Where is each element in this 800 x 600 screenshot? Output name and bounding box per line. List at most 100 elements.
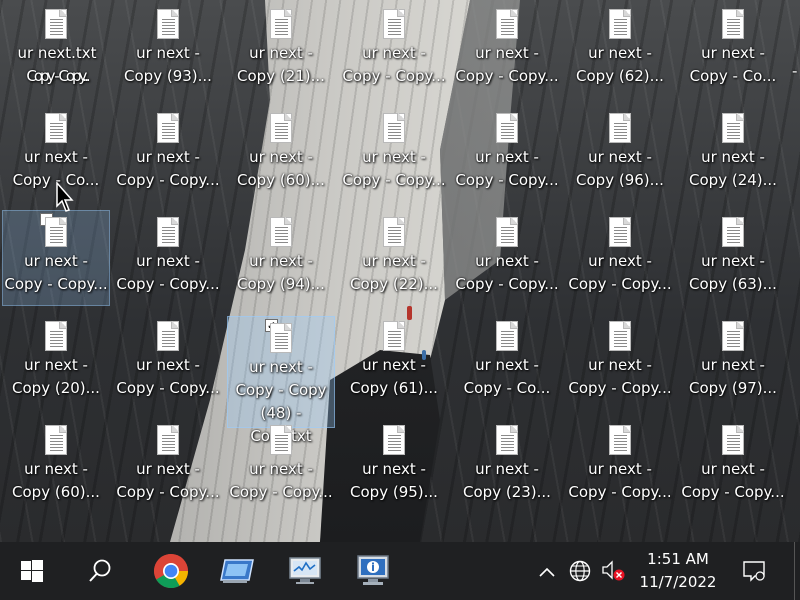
desktop-icon[interactable]: ur next - Copy - Copy... bbox=[340, 2, 448, 98]
desktop-icon[interactable]: ur next - Copy (94)... bbox=[227, 210, 335, 306]
desktop-icon[interactable]: ur next - Copy (60)... bbox=[2, 418, 110, 514]
icon-label-line2: Copy (61)... bbox=[350, 379, 438, 397]
icon-label-line2: Copy (60)... bbox=[237, 171, 325, 189]
desktop-icon[interactable]: ur next - Copy - Copy... bbox=[227, 418, 335, 514]
text-file-icon bbox=[383, 425, 405, 455]
mouse-cursor-icon bbox=[56, 182, 74, 212]
desktop-icon[interactable]: ur next - Copy (95)... bbox=[340, 418, 448, 514]
icon-label-line2: Copy - Copy... bbox=[455, 171, 559, 189]
icon-label-line1: ur next - bbox=[701, 44, 765, 62]
desktop-icon[interactable]: ur next - Copy - Copy... bbox=[114, 418, 222, 514]
icon-label-line2: Copy (24)... bbox=[689, 171, 777, 189]
start-button[interactable] bbox=[0, 542, 64, 600]
clock[interactable]: 1:51 AM 11/7/2022 bbox=[630, 548, 726, 594]
icon-label-line1: ur next - bbox=[362, 44, 426, 62]
taskbar-app-performance-monitor[interactable] bbox=[274, 542, 338, 600]
desktop-icon[interactable]: ur next - Copy - Copy... bbox=[679, 418, 787, 514]
icon-label-line2: Copy (94)... bbox=[237, 275, 325, 293]
desktop[interactable]: ur next.txt Copy - Copy... ur next - Cop… bbox=[0, 0, 800, 542]
icon-label-line1: ur next - bbox=[362, 356, 426, 374]
icon-label-line2: Copy - Copy... bbox=[455, 275, 559, 293]
icon-label-line2: Copy (97)... bbox=[689, 379, 777, 397]
icon-label-line2: Copy - Copy... bbox=[229, 483, 333, 501]
icon-label-partial: - bbox=[792, 62, 798, 80]
icon-label-line2: Copy (23)... bbox=[463, 483, 551, 501]
desktop-icon[interactable]: ur next - Copy - Copy... bbox=[453, 106, 561, 202]
taskbar-app-chrome[interactable] bbox=[139, 542, 203, 600]
icon-label-line1: ur next - bbox=[249, 252, 313, 270]
desktop-icon[interactable]: ur next - Copy - Copy... bbox=[566, 418, 674, 514]
desktop-icon[interactable]: ur next - Copy - Co... bbox=[453, 314, 561, 410]
icon-label-line2: Copy - Copy... bbox=[455, 67, 559, 85]
icon-label-line1: ur next - bbox=[475, 148, 539, 166]
tray-overflow-button[interactable] bbox=[534, 542, 560, 600]
icon-label-line1: ur next - bbox=[362, 460, 426, 478]
icon-label-line1: ur next.txt bbox=[17, 44, 97, 62]
desktop-icon[interactable]: ur next - Copy - Copy... bbox=[340, 106, 448, 202]
icon-label-line1: ur next - bbox=[136, 356, 200, 374]
desktop-icon[interactable]: ur next - Copy - Copy... bbox=[453, 210, 561, 306]
desktop-icon[interactable]: ur next - Copy (93)... bbox=[114, 2, 222, 98]
volume-muted-icon bbox=[602, 560, 625, 581]
desktop-icon-partial[interactable]: - bbox=[792, 60, 800, 90]
taskbar: 1:51 AM 11/7/2022 bbox=[0, 542, 800, 600]
network-button[interactable] bbox=[564, 542, 596, 600]
volume-button[interactable] bbox=[598, 542, 628, 600]
show-desktop-button[interactable] bbox=[794, 542, 800, 600]
taskbar-app-system-information[interactable] bbox=[342, 542, 406, 600]
desktop-icon[interactable]: ur next - Copy - Copy... bbox=[453, 2, 561, 98]
text-file-icon bbox=[45, 113, 67, 143]
desktop-icon[interactable]: ur next - Copy - Copy... bbox=[114, 314, 222, 410]
desktop-icon-selected[interactable]: ✓ ur next - Copy - Copy (48) - Copy.txt bbox=[227, 316, 335, 445]
desktop-icon[interactable]: ur next - Copy - Copy... bbox=[566, 314, 674, 410]
icon-label-line1: ur next - bbox=[136, 148, 200, 166]
desktop-icon[interactable]: ur next - Copy (96)... bbox=[566, 106, 674, 202]
desktop-icon[interactable]: ur next - Copy (62)... bbox=[566, 2, 674, 98]
icon-label-line2: Copy - Copy... bbox=[568, 483, 672, 501]
desktop-icon-hovered[interactable]: ur next - Copy - Copy... bbox=[2, 210, 110, 306]
desktop-icon[interactable]: ur next - Copy (60)... bbox=[227, 106, 335, 202]
icon-label-line1: ur next - bbox=[588, 356, 652, 374]
icon-label-line2: Copy - Copy... bbox=[568, 379, 672, 397]
search-button[interactable] bbox=[68, 542, 132, 600]
icon-label-line1: ur next - bbox=[701, 252, 765, 270]
taskbar-app-remote-desktop[interactable] bbox=[205, 542, 269, 600]
icon-label-line1: ur next - bbox=[475, 460, 539, 478]
icon-label-line1: ur next - bbox=[249, 44, 313, 62]
icon-label-line1: ur next - bbox=[249, 148, 313, 166]
desktop-icon[interactable]: ur next - Copy (23)... bbox=[453, 418, 561, 514]
text-file-icon bbox=[383, 9, 405, 39]
desktop-icon-glitched[interactable]: ur next.txt Copy - Copy... bbox=[2, 2, 110, 98]
clock-date: 11/7/2022 bbox=[639, 573, 717, 591]
text-file-icon bbox=[157, 9, 179, 39]
icon-label-line1: ur next - bbox=[701, 460, 765, 478]
desktop-icon[interactable]: ur next - Copy (24)... bbox=[679, 106, 787, 202]
icon-label-line1: ur next - bbox=[24, 460, 88, 478]
icon-label-line1: ur next - bbox=[588, 252, 652, 270]
icon-label-line2: Copy - Copy... bbox=[4, 275, 108, 293]
desktop-icon[interactable]: ur next - Copy (22)... bbox=[340, 210, 448, 306]
desktop-icon[interactable]: ur next - Copy - Copy... bbox=[114, 210, 222, 306]
icon-label-line1: ur next - bbox=[475, 44, 539, 62]
desktop-icon[interactable]: ur next - Copy - Copy... bbox=[114, 106, 222, 202]
icon-label-line1: ur next - bbox=[24, 252, 88, 270]
desktop-icon[interactable]: ur next - Copy - Co... bbox=[679, 2, 787, 98]
notification-icon bbox=[743, 561, 765, 582]
desktop-icon[interactable]: ur next - Copy - Copy... bbox=[566, 210, 674, 306]
icon-label-line1: ur next - bbox=[136, 44, 200, 62]
text-file-icon bbox=[270, 323, 292, 353]
desktop-icon[interactable]: ur next - Copy (21)... bbox=[227, 2, 335, 98]
action-center-button[interactable] bbox=[736, 542, 772, 600]
icon-label-line2: Copy (60)... bbox=[12, 483, 100, 501]
desktop-icon[interactable]: ur next - Copy (61)... bbox=[340, 314, 448, 410]
desktop-icon[interactable]: ur next - Copy (63)... bbox=[679, 210, 787, 306]
desktop-icon[interactable]: ur next - Copy (20)... bbox=[2, 314, 110, 410]
text-file-icon bbox=[496, 113, 518, 143]
icon-label-line1: ur next - bbox=[362, 148, 426, 166]
search-icon bbox=[89, 559, 111, 582]
performance-monitor-icon bbox=[289, 557, 321, 584]
clock-time: 1:51 AM bbox=[647, 550, 709, 568]
desktop-icon[interactable]: ur next - Copy (97)... bbox=[679, 314, 787, 410]
icon-label-line2: Copy - Copy... bbox=[116, 171, 220, 189]
icon-label-line2: Copy (21)... bbox=[237, 67, 325, 85]
